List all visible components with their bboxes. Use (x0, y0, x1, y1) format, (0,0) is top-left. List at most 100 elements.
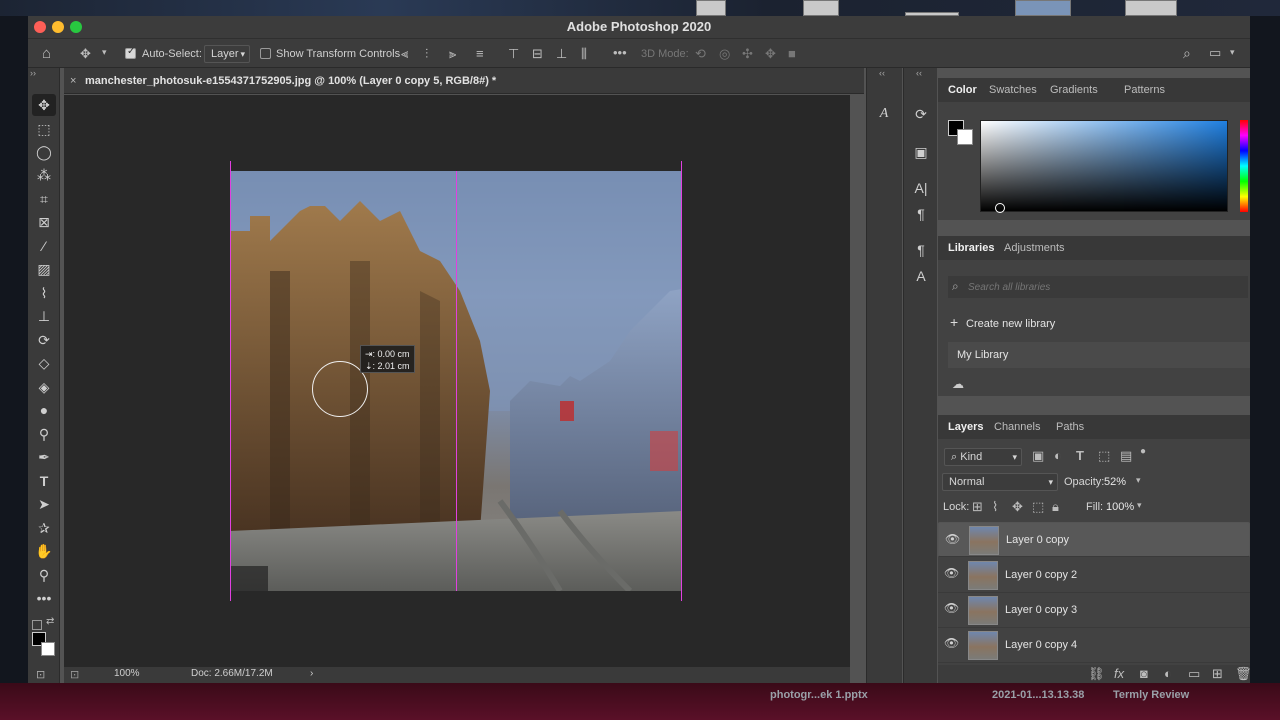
history-brush-tool-icon[interactable]: ⟳ (32, 329, 56, 351)
history-panel-icon[interactable]: ⟳ (904, 106, 938, 123)
frame-status-icon[interactable]: ⊡ (70, 668, 79, 681)
brush-tool-icon[interactable]: ⌇ (32, 282, 56, 304)
desktop-file-label[interactable]: Termly Review (1113, 689, 1189, 701)
trash-icon[interactable]: 🗑︎ (1235, 666, 1252, 682)
guide-line-right[interactable] (681, 161, 682, 601)
stamp-tool-icon[interactable]: ⊥ (32, 305, 56, 327)
zoom-window-button[interactable] (70, 21, 82, 33)
create-library-button[interactable]: Create new library (966, 318, 1055, 330)
tab-gradients[interactable]: Gradients (1050, 78, 1098, 102)
magic-wand-tool-icon[interactable]: ⁂ (32, 164, 56, 186)
filter-shape-icon[interactable]: ⬚ (1098, 448, 1110, 464)
3d-camera-icon[interactable]: ■ (788, 46, 796, 61)
canvas-area[interactable]: ⇥: 0.00 cm ⇣: 2.01 cm (64, 95, 850, 667)
tab-swatches[interactable]: Swatches (989, 78, 1037, 102)
close-document-icon[interactable]: × (70, 68, 76, 94)
collapse-arrows-icon[interactable]: ‹‹ (879, 68, 885, 78)
tab-patterns[interactable]: Patterns (1124, 78, 1165, 102)
align-bottom-icon[interactable]: ⊥ (556, 46, 567, 62)
visibility-eye-icon[interactable]: 👁︎ (944, 566, 959, 580)
3d-roll-icon[interactable]: ◎ (719, 46, 730, 62)
shape-tool-icon[interactable]: ✰ (32, 517, 56, 539)
3d-drag-icon[interactable]: ✣ (742, 46, 753, 62)
lock-position-icon[interactable]: ✥ (1012, 499, 1023, 515)
filter-type-icon[interactable]: T (1076, 448, 1084, 463)
show-transform-controls-checkbox[interactable] (260, 48, 271, 59)
character-panel-icon[interactable]: A| (904, 180, 938, 196)
move-tool-preset-icon[interactable]: ✥ (80, 46, 91, 62)
lock-all-icon[interactable]: 🔒︎ (1052, 499, 1059, 515)
minimize-window-button[interactable] (52, 21, 64, 33)
distribute-icon[interactable]: ≡ (476, 46, 484, 61)
home-icon[interactable]: ⌂ (42, 45, 51, 62)
color-picker-handle[interactable] (995, 203, 1005, 213)
adjustment-layer-icon[interactable]: ◐ (1164, 666, 1172, 681)
layer-row[interactable]: 👁︎ Layer 0 copy (938, 522, 1250, 557)
tab-adjustments[interactable]: Adjustments (1004, 236, 1065, 260)
desktop-thumbnail[interactable] (1015, 0, 1071, 16)
blend-mode-dropdown[interactable]: Normal ▾ (942, 473, 1058, 491)
lock-transparent-icon[interactable]: ⊞ (972, 499, 983, 515)
desktop-thumbnail[interactable] (696, 0, 726, 16)
eraser-tool-icon[interactable]: ◇ (32, 352, 56, 374)
chevron-down-icon[interactable]: ▾ (1137, 500, 1142, 511)
3d-rotate-icon[interactable]: ⟲ (695, 46, 706, 62)
opacity-value[interactable]: 52% (1104, 476, 1126, 488)
more-options-icon[interactable]: ••• (613, 45, 627, 60)
path-selection-tool-icon[interactable]: ➤ (32, 493, 56, 515)
quick-mask-icon[interactable]: ⊡ (36, 668, 45, 681)
distribute-vertical-icon[interactable]: ⫼ (581, 46, 587, 62)
chevron-down-icon[interactable]: ▾ (102, 47, 107, 58)
layer-row[interactable]: 👁︎ Layer 0 copy 2 (938, 558, 1250, 593)
background-color-swatch[interactable] (41, 642, 55, 656)
auto-select-target-dropdown[interactable]: Layer ▾ (204, 45, 250, 63)
link-layers-icon[interactable]: ⛓︎ (1088, 666, 1105, 682)
align-right-icon[interactable]: ⫸ (449, 46, 456, 62)
chevron-down-icon[interactable]: ▾ (1136, 475, 1141, 486)
type-tool-icon[interactable]: T (32, 470, 56, 492)
status-menu-arrow[interactable]: › (310, 668, 313, 679)
filter-adjustment-icon[interactable]: ◐ (1054, 448, 1062, 463)
zoom-tool-icon[interactable]: ⚲ (32, 564, 56, 586)
layer-style-icon[interactable]: fx (1114, 666, 1124, 681)
default-colors-icon[interactable] (32, 620, 42, 630)
layer-row[interactable]: 👁︎ Layer 0 copy 3 (938, 593, 1250, 628)
plus-icon[interactable]: + (950, 314, 958, 330)
filter-pixel-icon[interactable]: ▣ (1032, 448, 1044, 464)
filter-toggle-icon[interactable]: ● (1140, 446, 1146, 457)
document-tab[interactable]: × manchester_photosuk-e1554371752905.jpg… (64, 68, 864, 94)
search-icon[interactable]: ⌕ (1183, 45, 1191, 62)
library-search-box[interactable]: ⌕ (948, 276, 1248, 298)
guide-line-left[interactable] (230, 161, 231, 601)
tab-layers[interactable]: Layers (948, 415, 983, 439)
properties-panel-icon[interactable]: ▣ (904, 144, 938, 161)
tab-color[interactable]: Color (948, 78, 977, 102)
close-window-button[interactable] (34, 21, 46, 33)
visibility-eye-icon[interactable]: 👁︎ (944, 636, 959, 650)
filter-smart-object-icon[interactable]: ▤ (1120, 448, 1132, 464)
healing-brush-tool-icon[interactable]: ▨ (32, 258, 56, 280)
blur-tool-icon[interactable]: ● (32, 399, 56, 421)
layer-row[interactable]: 👁︎ Layer 0 copy 4 (938, 628, 1250, 663)
desktop-file-label[interactable]: photogr...ek 1.pptx (770, 689, 868, 701)
cloud-icon[interactable]: ☁ (952, 377, 964, 391)
crop-tool-icon[interactable]: ⌗ (32, 188, 56, 210)
swap-colors-icon[interactable]: ⇄ (46, 616, 54, 627)
color-background-swatch[interactable] (957, 129, 973, 145)
dodge-tool-icon[interactable]: ⚲ (32, 423, 56, 445)
add-mask-icon[interactable]: ◙ (1140, 666, 1148, 681)
hand-tool-icon[interactable]: ✋ (32, 540, 56, 562)
move-tool-icon[interactable]: ✥ (32, 94, 56, 116)
glyphs-icon[interactable]: A (867, 106, 901, 122)
library-search-input[interactable] (968, 278, 1238, 296)
character-styles-icon[interactable]: A (904, 268, 938, 284)
new-layer-icon[interactable]: ⊞ (1212, 666, 1223, 682)
align-left-icon[interactable]: ⫷ (401, 46, 408, 62)
visibility-eye-icon[interactable]: 👁︎ (945, 531, 960, 547)
zoom-level[interactable]: 100% (114, 668, 140, 679)
tab-libraries[interactable]: Libraries (948, 236, 994, 260)
align-middle-icon[interactable]: ⊟ (532, 46, 543, 62)
workspace-icon[interactable]: ▭ (1209, 45, 1221, 61)
guide-line-center[interactable] (456, 171, 457, 591)
fill-value[interactable]: 100% (1106, 501, 1134, 513)
